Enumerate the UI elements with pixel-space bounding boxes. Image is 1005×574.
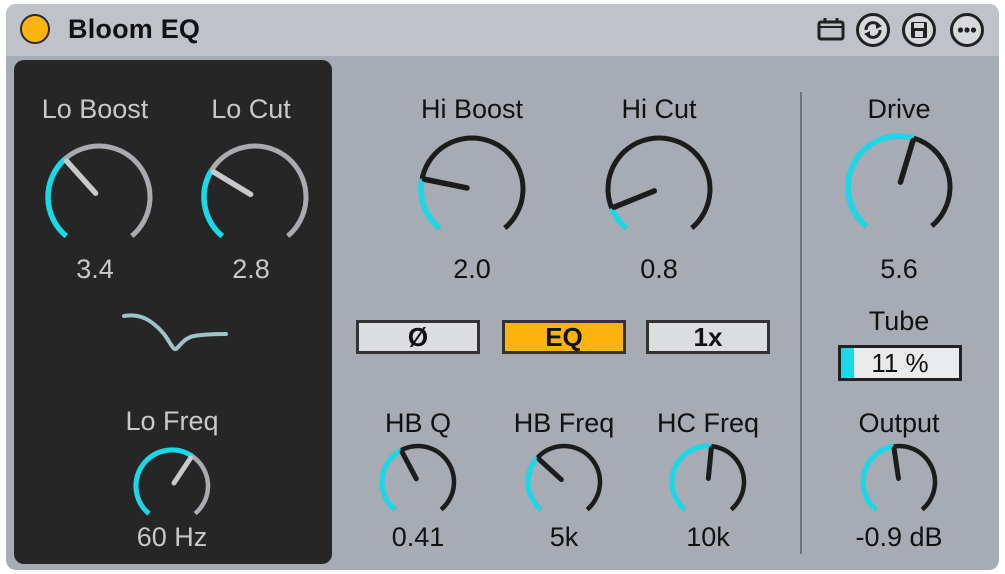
knob-track xyxy=(525,443,603,512)
lo-boost-knob[interactable] xyxy=(40,138,158,256)
bloom-eq-device: Bloom EQ Lo Boost 3.4 Lo Cut 2.8 Lo Freq… xyxy=(6,4,999,570)
knob-value-arc xyxy=(133,447,194,516)
knob-value-arc xyxy=(609,206,629,231)
knob-pointer xyxy=(171,455,194,486)
hi-cut-knob[interactable] xyxy=(600,130,718,248)
tube-label: Tube xyxy=(868,306,930,336)
output-label: Output xyxy=(858,408,940,438)
pin-icon[interactable] xyxy=(814,13,848,47)
device-power-button[interactable] xyxy=(20,14,50,44)
knob-value-arc xyxy=(845,133,915,229)
drive-value[interactable]: 5.6 xyxy=(880,256,918,283)
hi-boost-label: Hi Boost xyxy=(420,94,524,124)
lo-boost-label: Lo Boost xyxy=(41,94,149,124)
knob-track xyxy=(201,143,309,238)
hb-q-knob[interactable] xyxy=(376,440,460,524)
save-preset-icon[interactable] xyxy=(902,13,936,47)
lo-cut-knob[interactable] xyxy=(196,138,314,256)
knob-value-arc xyxy=(860,443,895,512)
knob-pointer xyxy=(421,176,470,191)
hc-freq-label: HC Freq xyxy=(656,408,760,438)
lo-freq-knob[interactable] xyxy=(130,444,214,528)
knob-pointer xyxy=(891,446,901,481)
device-title-bar: Bloom EQ xyxy=(6,4,999,56)
lo-filter-curve-display xyxy=(122,313,228,352)
knob-value-arc xyxy=(45,157,69,239)
knob-pointer xyxy=(705,445,714,481)
device-title: Bloom EQ xyxy=(68,14,201,44)
lo-freq-label: Lo Freq xyxy=(125,406,219,436)
lo-cut-value[interactable]: 2.8 xyxy=(232,256,270,283)
phase-invert-button[interactable]: Ø xyxy=(356,320,480,354)
knob-pointer xyxy=(399,449,419,482)
lo-boost-value[interactable]: 3.4 xyxy=(76,256,114,283)
hi-cut-value[interactable]: 0.8 xyxy=(640,256,678,283)
section-divider xyxy=(800,92,802,554)
hc-freq-knob[interactable] xyxy=(666,440,750,524)
output-value[interactable]: -0.9 dB xyxy=(855,524,942,551)
knob-pointer xyxy=(611,188,658,210)
hi-cut-label: Hi Cut xyxy=(621,94,697,124)
lo-cut-label: Lo Cut xyxy=(211,94,291,124)
drive-knob[interactable] xyxy=(840,128,958,246)
knob-pointer xyxy=(210,169,254,198)
knob-value-arc xyxy=(525,456,543,512)
hc-freq-value[interactable]: 10k xyxy=(686,524,730,551)
lo-section-panel: Lo Boost 3.4 Lo Cut 2.8 Lo Freq 60 Hz xyxy=(14,60,332,564)
knob-pointer xyxy=(536,456,564,483)
knob-pointer xyxy=(897,137,916,185)
knob-pointer xyxy=(63,158,99,196)
hot-swap-icon[interactable] xyxy=(856,13,890,47)
hi-boost-knob[interactable] xyxy=(413,130,531,248)
knob-value-arc xyxy=(201,169,225,239)
knob-value-arc xyxy=(418,178,442,231)
more-options-icon[interactable] xyxy=(950,13,984,47)
hb-q-label: HB Q xyxy=(384,408,452,438)
oversampling-button[interactable]: 1x xyxy=(646,320,770,354)
hb-freq-label: HB Freq xyxy=(513,408,615,438)
knob-track xyxy=(605,135,713,230)
lo-freq-value[interactable]: 60 Hz xyxy=(137,524,208,551)
knob-value-arc xyxy=(379,448,403,512)
hb-q-value[interactable]: 0.41 xyxy=(392,524,445,551)
hb-freq-value[interactable]: 5k xyxy=(550,524,579,551)
eq-toggle-button[interactable]: EQ xyxy=(502,320,626,354)
output-knob[interactable] xyxy=(857,440,941,524)
tube-value: 11 % xyxy=(871,348,929,378)
knob-value-arc xyxy=(669,443,712,512)
drive-label: Drive xyxy=(867,94,931,124)
tube-slider[interactable]: 11 % xyxy=(838,345,962,381)
hi-boost-value[interactable]: 2.0 xyxy=(453,256,491,283)
hb-freq-knob[interactable] xyxy=(522,440,606,524)
